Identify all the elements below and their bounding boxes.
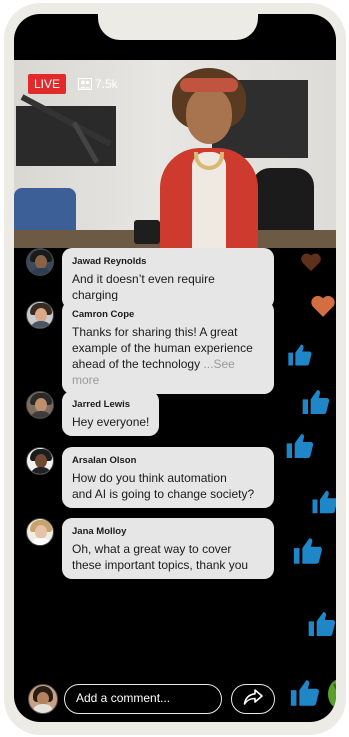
- comment-bubble: Jana Molloy Oh, what a great way to cove…: [62, 518, 274, 579]
- share-button[interactable]: [231, 684, 275, 714]
- comment-author[interactable]: Jarred Lewis: [72, 398, 149, 411]
- like-reaction-icon: [288, 676, 322, 715]
- comment-text: How do you think automation and AI is go…: [72, 471, 255, 501]
- comment-bubble: Arsalan Olson How do you think automatio…: [62, 447, 274, 508]
- heart-reaction-icon: [310, 294, 336, 323]
- comment-text: Oh, what a great way to cover these impo…: [72, 542, 249, 572]
- comment-input[interactable]: Add a comment...: [64, 684, 222, 714]
- avatar[interactable]: [26, 391, 54, 419]
- like-reaction-icon: [286, 340, 314, 375]
- like-reaction-icon: [300, 386, 332, 423]
- viewer-count-value: 7.5k: [95, 77, 118, 91]
- mug: [134, 220, 160, 244]
- comment-bubble: Jarred Lewis Hey everyone!: [62, 391, 160, 436]
- current-user-avatar[interactable]: [28, 684, 58, 714]
- phone-notch: [98, 14, 258, 40]
- comment-item: Jarred Lewis Hey everyone!: [26, 391, 160, 436]
- avatar[interactable]: [26, 248, 54, 276]
- comment-author[interactable]: Jana Molloy: [72, 525, 264, 538]
- avatar[interactable]: [26, 301, 54, 329]
- heart-reaction-icon: [300, 252, 322, 277]
- comment-text: Thanks for sharing this! A great example…: [72, 325, 253, 387]
- comment-author[interactable]: Camron Cope: [72, 308, 264, 321]
- live-stream-screen: LIVE 7.5k Jawad Reynolds And it doesn’t …: [14, 14, 336, 722]
- viewers-icon: [78, 78, 92, 90]
- comment-text: And it doesn’t even require charging: [72, 272, 215, 302]
- comment-text: Hey everyone!: [72, 415, 150, 429]
- live-badge: LIVE: [28, 74, 67, 94]
- comment-bubble: Jawad Reynolds And it doesn’t even requi…: [62, 248, 274, 309]
- like-reaction-icon: [284, 430, 316, 467]
- comment-author[interactable]: Jawad Reynolds: [72, 255, 264, 268]
- avatar[interactable]: [26, 518, 54, 546]
- share-icon: [243, 688, 263, 710]
- avatar[interactable]: [26, 447, 54, 475]
- comment-bubble: Camron Cope Thanks for sharing this! A g…: [62, 301, 274, 394]
- comment-item: Jana Molloy Oh, what a great way to cove…: [26, 518, 274, 579]
- like-reaction-icon: [310, 486, 336, 523]
- comment-item: Camron Cope Thanks for sharing this! A g…: [26, 301, 274, 394]
- clap-reaction-icon: [326, 676, 336, 715]
- like-reaction-icon: [291, 534, 325, 573]
- like-reaction-icon: [306, 608, 336, 645]
- comment-item: Arsalan Olson How do you think automatio…: [26, 447, 274, 508]
- viewer-count: 7.5k: [78, 74, 118, 94]
- comment-author[interactable]: Arsalan Olson: [72, 454, 264, 467]
- comment-item: Jawad Reynolds And it doesn’t even requi…: [26, 248, 274, 309]
